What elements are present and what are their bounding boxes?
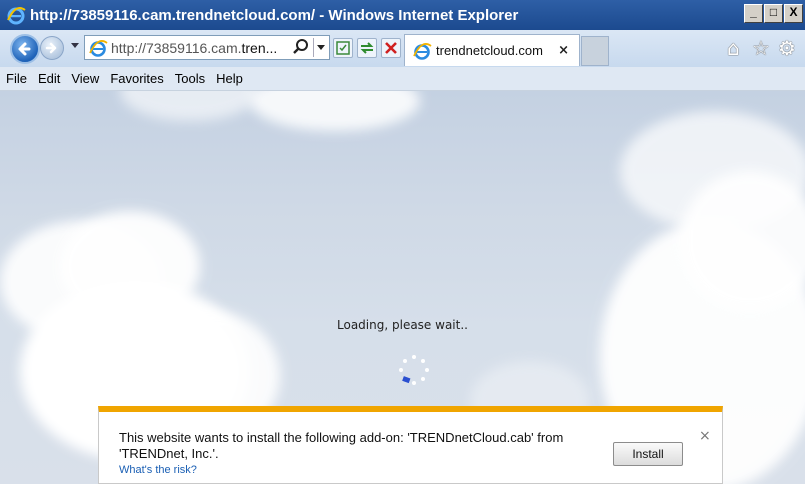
tab-trendnetcloud[interactable]: trendnetcloud.com × (404, 34, 580, 66)
address-dropdown[interactable] (313, 38, 328, 57)
star-icon[interactable]: ☆ (752, 38, 770, 58)
compatibility-view-icon (336, 41, 350, 55)
menu-bar: File Edit View Favorites Tools Help (0, 67, 805, 91)
back-arrow-icon (18, 42, 31, 56)
new-tab-button[interactable] (581, 36, 609, 66)
forward-button[interactable] (40, 36, 64, 60)
close-tab-icon[interactable]: × (558, 43, 569, 58)
address-text[interactable]: http://73859116.cam.tren... (111, 40, 281, 56)
address-bar[interactable]: http://73859116.cam.tren... (84, 35, 330, 60)
loading-message: Loading, please wait.. (337, 318, 468, 332)
search-icon[interactable] (291, 37, 311, 57)
navigation-bar: http://73859116.cam.tren... trendnetclou (0, 30, 805, 67)
title-bar: http://73859116.cam.trendnetcloud.com/ -… (0, 0, 805, 30)
home-icon[interactable]: ⌂ (727, 38, 740, 58)
recent-pages-dropdown[interactable] (71, 43, 79, 48)
back-button[interactable] (10, 34, 40, 64)
menu-favorites[interactable]: Favorites (110, 71, 163, 86)
refresh-icon (360, 42, 374, 54)
menu-edit[interactable]: Edit (38, 71, 60, 86)
close-notification-icon[interactable]: × (699, 428, 711, 444)
chevron-down-icon (317, 45, 325, 50)
addon-install-notification: This website wants to install the follow… (98, 406, 723, 484)
stop-icon (385, 42, 397, 54)
refresh-button[interactable] (357, 38, 377, 58)
ie-logo-icon (7, 7, 26, 25)
loading-spinner-icon (399, 355, 429, 385)
stop-button[interactable] (381, 38, 401, 58)
forward-arrow-icon (45, 42, 57, 54)
minimize-button[interactable]: _ (744, 4, 763, 23)
install-button[interactable]: Install (613, 442, 683, 466)
compatibility-view-button[interactable] (333, 38, 353, 58)
maximize-button[interactable]: □ (764, 4, 783, 23)
whats-the-risk-link[interactable]: What's the risk? (119, 464, 197, 476)
ie-page-icon (413, 42, 432, 60)
ie-page-icon (89, 39, 108, 57)
tab-label: trendnetcloud.com (436, 43, 543, 58)
menu-help[interactable]: Help (216, 71, 243, 86)
gear-icon[interactable]: ⚙ (778, 38, 796, 58)
close-window-button[interactable]: X (784, 4, 803, 23)
menu-file[interactable]: File (6, 71, 27, 86)
menu-tools[interactable]: Tools (175, 71, 205, 86)
window-controls: _ □ X (743, 4, 803, 23)
window-title: http://73859116.cam.trendnetcloud.com/ -… (30, 6, 519, 24)
notification-message: This website wants to install the follow… (119, 430, 564, 461)
menu-view[interactable]: View (71, 71, 99, 86)
